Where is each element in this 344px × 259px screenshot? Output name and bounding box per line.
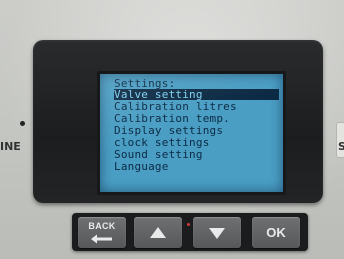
menu-item-display-settings[interactable]: Display settings xyxy=(114,125,279,136)
ok-button-label: OK xyxy=(266,225,286,240)
indicator-dot xyxy=(20,121,25,126)
down-button[interactable] xyxy=(193,217,241,248)
ok-button[interactable]: OK xyxy=(252,217,300,248)
lcd-screen: Settings: Valve setting Calibration litr… xyxy=(97,71,286,195)
menu-item-sound-setting[interactable]: Sound setting xyxy=(114,149,279,160)
menu-item-calibration-litres[interactable]: Calibration litres xyxy=(114,101,279,112)
left-side-label: INE xyxy=(0,140,21,153)
status-led xyxy=(187,223,190,226)
back-button[interactable]: BACK xyxy=(78,217,126,248)
down-triangle-icon xyxy=(209,228,225,239)
menu-item-clock-settings[interactable]: clock settings xyxy=(114,137,279,148)
up-button[interactable] xyxy=(134,217,182,248)
menu-item-language[interactable]: Language xyxy=(114,161,279,172)
left-arrow-icon xyxy=(91,234,112,244)
menu-item-calibration-temp[interactable]: Calibration temp. xyxy=(114,113,279,124)
up-triangle-icon xyxy=(150,227,166,238)
menu-item-valve-setting[interactable]: Valve setting xyxy=(114,89,279,100)
back-button-label: BACK xyxy=(88,221,116,231)
right-side-label: S xyxy=(338,140,344,153)
